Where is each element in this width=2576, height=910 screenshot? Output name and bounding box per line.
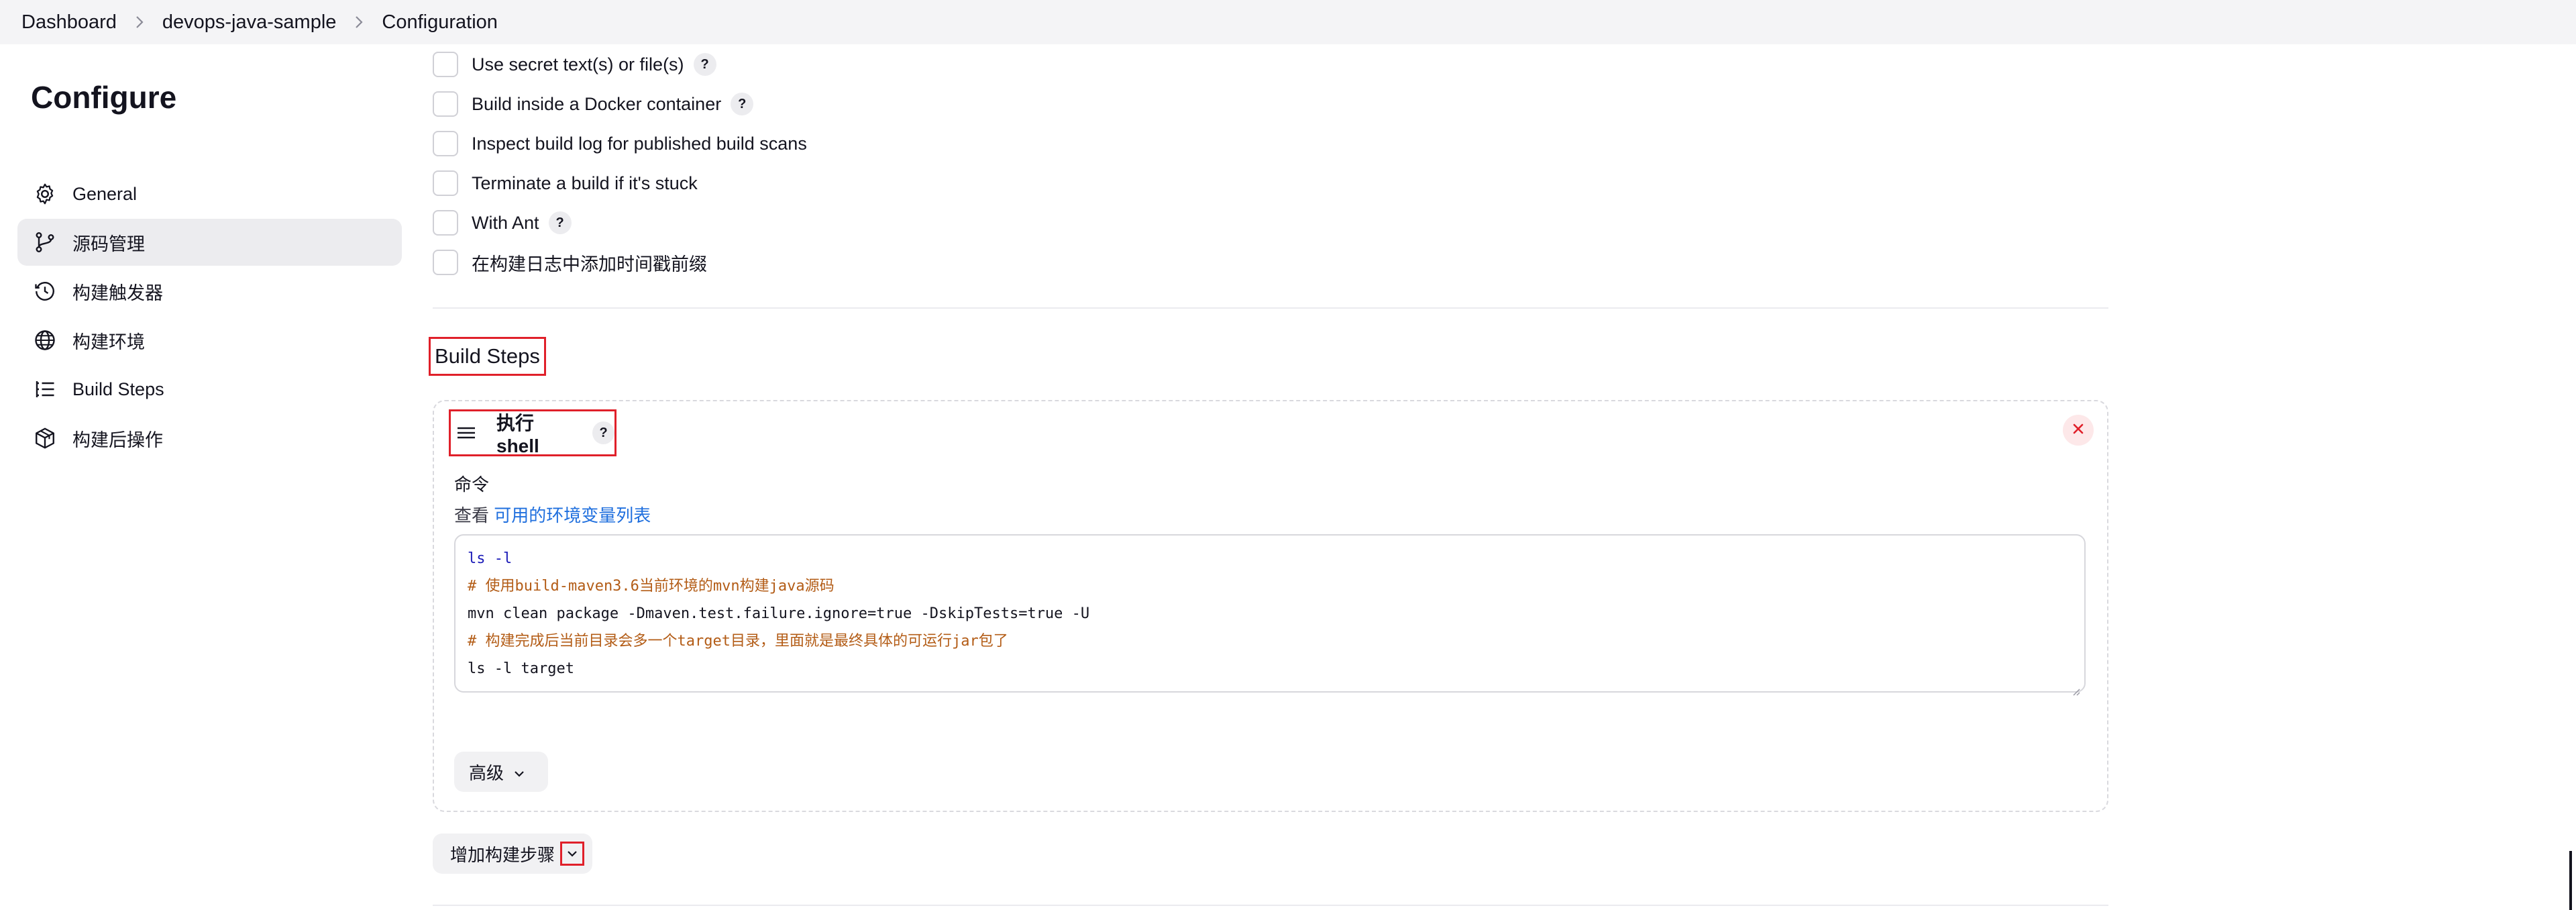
checkbox[interactable] — [433, 210, 458, 236]
main-content: Use secret text(s) or file(s) ? Build in… — [429, 44, 2110, 910]
package-icon — [32, 425, 58, 451]
resize-handle-icon[interactable] — [2071, 678, 2080, 696]
option-docker-container: Build inside a Docker container ? — [433, 88, 754, 120]
branch-icon — [32, 230, 58, 255]
checkbox[interactable] — [433, 91, 458, 117]
code-line: # 使用build-maven3.6当前环境的mvn构建java源码 — [468, 572, 2072, 600]
checkbox[interactable] — [433, 131, 458, 156]
add-step-label: 增加构建步骤 — [450, 844, 555, 865]
sidebar-item-source-control[interactable]: 源码管理 — [17, 219, 402, 266]
code-line: # 构建完成后当前目录会多一个target目录，里面就是最终具体的可运行jar包… — [468, 627, 2072, 655]
code-line: ls -l target — [468, 655, 2072, 682]
option-label: Build inside a Docker container — [472, 93, 722, 114]
option-terminate-stuck: Terminate a build if it's stuck — [433, 167, 698, 199]
divider — [433, 307, 2108, 309]
option-timestamp-prefix: 在构建日志中添加时间戳前缀 — [433, 246, 707, 279]
env-vars-link[interactable]: 可用的环境变量列表 — [494, 505, 651, 525]
sidebar-item-label: 构建后操作 — [72, 429, 163, 450]
chevron-down-icon[interactable] — [560, 842, 585, 866]
code-text: # 构建完成后当前目录会多一个target目录，里面就是最终具体的可运行jar包… — [468, 633, 1008, 650]
option-label: Terminate a build if it's stuck — [472, 172, 698, 193]
step-title: 执行 shell — [496, 413, 539, 456]
advanced-label: 高级 — [469, 762, 504, 783]
gear-icon — [32, 181, 58, 207]
checkbox[interactable] — [433, 170, 458, 196]
sidebar-item-build-steps[interactable]: Build Steps — [17, 366, 402, 413]
breadcrumb: Dashboard devops-java-sample Configurati… — [0, 0, 2576, 44]
chevron-right-icon — [134, 15, 145, 30]
code-text: ls -l — [468, 550, 513, 567]
chevron-right-icon — [354, 15, 364, 30]
help-icon[interactable]: ? — [548, 211, 572, 234]
code-text: # 使用build-maven3.6当前环境的mvn构建java源码 — [468, 578, 835, 595]
sidebar-item-post-build[interactable]: 构建后操作 — [17, 415, 402, 462]
option-label: 在构建日志中添加时间戳前缀 — [472, 254, 707, 274]
page-title: Configure — [31, 80, 177, 115]
help-icon[interactable]: ? — [731, 93, 754, 115]
command-label: 命令 — [454, 474, 490, 495]
sidebar-item-label: General — [72, 183, 138, 204]
section-title-build-steps: Build Steps — [429, 337, 546, 376]
breadcrumb-configuration[interactable]: Configuration — [382, 11, 498, 34]
option-inspect-build-log: Inspect build log for published build sc… — [433, 128, 807, 160]
sidebar-item-general[interactable]: General — [17, 170, 402, 217]
sidebar-item-label: 构建环境 — [72, 332, 145, 352]
env-vars-line: 查看 可用的环境变量列表 — [454, 502, 651, 527]
drag-handle-icon[interactable] — [456, 423, 476, 443]
code-text: ls -l target — [468, 660, 574, 677]
option-use-secret: Use secret text(s) or file(s) ? — [433, 48, 716, 81]
globe-icon — [32, 327, 58, 353]
sidebar: Configure General 源码管理 构建触发器 构建环境 Build … — [0, 44, 416, 910]
env-prefix: 查看 — [454, 505, 494, 525]
advanced-button[interactable]: 高级 — [454, 752, 548, 792]
delete-step-button[interactable] — [2063, 415, 2094, 446]
code-line: ls -l — [468, 545, 2072, 572]
clock-icon — [32, 279, 58, 304]
divider — [433, 905, 2108, 906]
build-step-card: 执行 shell ? 命令 查看 可用的环境变量列表 ls -l # 使用bui… — [433, 400, 2108, 812]
code-line: mvn clean package -Dmaven.test.failure.i… — [468, 600, 2072, 627]
command-editor[interactable]: ls -l # 使用build-maven3.6当前环境的mvn构建java源码… — [454, 534, 2086, 696]
checkbox[interactable] — [433, 250, 458, 275]
breadcrumb-dashboard[interactable]: Dashboard — [21, 11, 117, 34]
close-icon — [2072, 422, 2085, 439]
sidebar-item-label: 构建触发器 — [72, 283, 163, 303]
list-icon — [32, 376, 58, 402]
code-text: mvn clean package -Dmaven.test.failure.i… — [468, 605, 1090, 622]
sidebar-item-build-triggers[interactable]: 构建触发器 — [17, 268, 402, 315]
help-icon[interactable]: ? — [592, 421, 614, 444]
sidebar-item-build-environment[interactable]: 构建环境 — [17, 317, 402, 364]
build-step-header: 执行 shell ? — [449, 409, 616, 456]
breadcrumb-project[interactable]: devops-java-sample — [162, 11, 337, 34]
chevron-down-icon — [504, 762, 525, 782]
add-build-step-button[interactable]: 增加构建步骤 — [433, 833, 593, 874]
option-label: With Ant — [472, 212, 539, 233]
sidebar-item-label: 源码管理 — [72, 234, 145, 254]
option-label: Use secret text(s) or file(s) — [472, 54, 684, 74]
option-with-ant: With Ant ? — [433, 207, 572, 239]
help-icon[interactable]: ? — [693, 53, 716, 76]
checkbox[interactable] — [433, 52, 458, 77]
option-label: Inspect build log for published build sc… — [472, 133, 807, 154]
sidebar-item-label: Build Steps — [72, 378, 164, 399]
scrollbar-thumb[interactable] — [2569, 851, 2572, 910]
